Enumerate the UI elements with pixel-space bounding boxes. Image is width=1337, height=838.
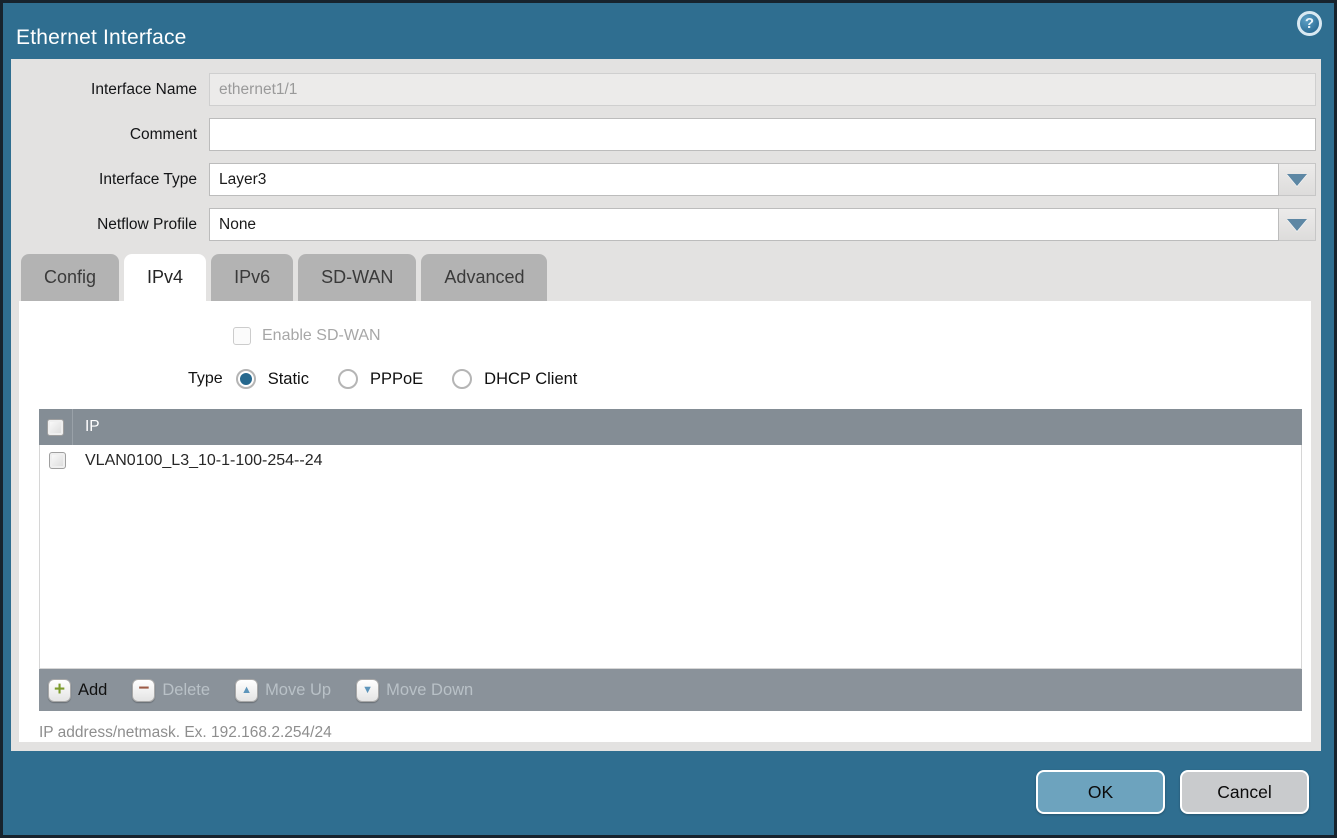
- radio-pppoe[interactable]: [338, 369, 358, 389]
- ipv4-tab-panel: Enable SD-WAN Type Static PPPoE DHCP Cli…: [19, 301, 1311, 742]
- ok-button[interactable]: OK: [1036, 770, 1165, 814]
- radio-static-label: Static: [268, 370, 309, 389]
- form-row-netflow-profile: Netflow Profile: [11, 208, 1316, 241]
- chevron-down-icon: [1287, 174, 1307, 186]
- move-down-button-label: Move Down: [386, 681, 473, 700]
- netflow-profile-dropdown-button[interactable]: [1279, 208, 1316, 241]
- radio-option-pppoe[interactable]: PPPoE: [338, 369, 423, 389]
- radio-option-static[interactable]: Static: [236, 369, 309, 389]
- tab-advanced[interactable]: Advanced: [421, 254, 547, 301]
- chevron-down-icon: [1287, 219, 1307, 231]
- select-all-checkbox[interactable]: [47, 419, 64, 436]
- interface-type-label: Interface Type: [11, 171, 209, 189]
- delete-button: − Delete: [132, 679, 210, 702]
- dialog-titlebar: Ethernet Interface ?: [3, 3, 1334, 59]
- radio-static[interactable]: [236, 369, 256, 389]
- add-button-label: Add: [78, 681, 107, 700]
- type-radio-group: Type Static PPPoE DHCP Client: [188, 369, 1311, 389]
- tab-config[interactable]: Config: [21, 254, 119, 301]
- tab-bar: Config IPv4 IPv6 SD-WAN Advanced: [11, 254, 1321, 301]
- row-checkbox[interactable]: [49, 452, 66, 469]
- ethernet-interface-dialog: Ethernet Interface ? Interface Name Comm…: [0, 0, 1337, 838]
- interface-name-input: [209, 73, 1316, 106]
- netflow-profile-label: Netflow Profile: [11, 216, 209, 234]
- delete-button-label: Delete: [162, 681, 210, 700]
- table-row[interactable]: VLAN0100_L3_10-1-100-254--24: [40, 445, 1301, 476]
- add-icon: +: [48, 679, 71, 702]
- move-down-icon: ▼: [356, 679, 379, 702]
- radio-dhcp-client[interactable]: [452, 369, 472, 389]
- tab-sd-wan[interactable]: SD-WAN: [298, 254, 416, 301]
- delete-icon: −: [132, 679, 155, 702]
- tab-ipv6[interactable]: IPv6: [211, 254, 293, 301]
- add-button[interactable]: + Add: [48, 679, 107, 702]
- form-area: Interface Name Comment Interface Type: [11, 59, 1321, 241]
- interface-type-input[interactable]: [209, 163, 1279, 196]
- form-row-comment: Comment: [11, 118, 1316, 151]
- form-row-interface-type: Interface Type: [11, 163, 1316, 196]
- radio-pppoe-label: PPPoE: [370, 370, 423, 389]
- type-label: Type: [188, 370, 223, 388]
- enable-sdwan-checkbox: [233, 327, 251, 345]
- form-row-interface-name: Interface Name: [11, 73, 1316, 106]
- move-up-button: ▲ Move Up: [235, 679, 331, 702]
- ip-format-hint: IP address/netmask. Ex. 192.168.2.254/24: [39, 724, 1311, 742]
- comment-label: Comment: [11, 126, 209, 144]
- help-icon[interactable]: ?: [1297, 11, 1322, 36]
- cancel-button[interactable]: Cancel: [1180, 770, 1309, 814]
- ip-table: IP VLAN0100_L3_10-1-100-254--24 + Add: [39, 409, 1302, 711]
- dialog-footer: OK Cancel: [1036, 770, 1309, 814]
- move-up-icon: ▲: [235, 679, 258, 702]
- dialog-title: Ethernet Interface: [16, 26, 187, 50]
- interface-name-label: Interface Name: [11, 81, 209, 99]
- tab-ipv4[interactable]: IPv4: [124, 254, 206, 301]
- move-up-button-label: Move Up: [265, 681, 331, 700]
- select-all-column: [39, 409, 73, 445]
- radio-dhcp-client-label: DHCP Client: [484, 370, 577, 389]
- comment-input[interactable]: [209, 118, 1316, 151]
- ip-column-header: IP: [73, 418, 100, 436]
- row-ip-value: VLAN0100_L3_10-1-100-254--24: [74, 452, 323, 470]
- netflow-profile-input[interactable]: [209, 208, 1279, 241]
- interface-type-dropdown-button[interactable]: [1279, 163, 1316, 196]
- enable-sdwan-row: Enable SD-WAN: [233, 327, 1311, 345]
- ip-table-body: VLAN0100_L3_10-1-100-254--24: [39, 445, 1302, 669]
- dialog-body: Interface Name Comment Interface Type: [11, 59, 1321, 751]
- row-checkbox-column: [40, 445, 74, 476]
- ip-table-toolbar: + Add − Delete ▲ Move Up ▼ Move Down: [39, 669, 1302, 711]
- enable-sdwan-label: Enable SD-WAN: [262, 327, 381, 345]
- move-down-button: ▼ Move Down: [356, 679, 473, 702]
- ip-table-header: IP: [39, 409, 1302, 445]
- radio-option-dhcp-client[interactable]: DHCP Client: [452, 369, 577, 389]
